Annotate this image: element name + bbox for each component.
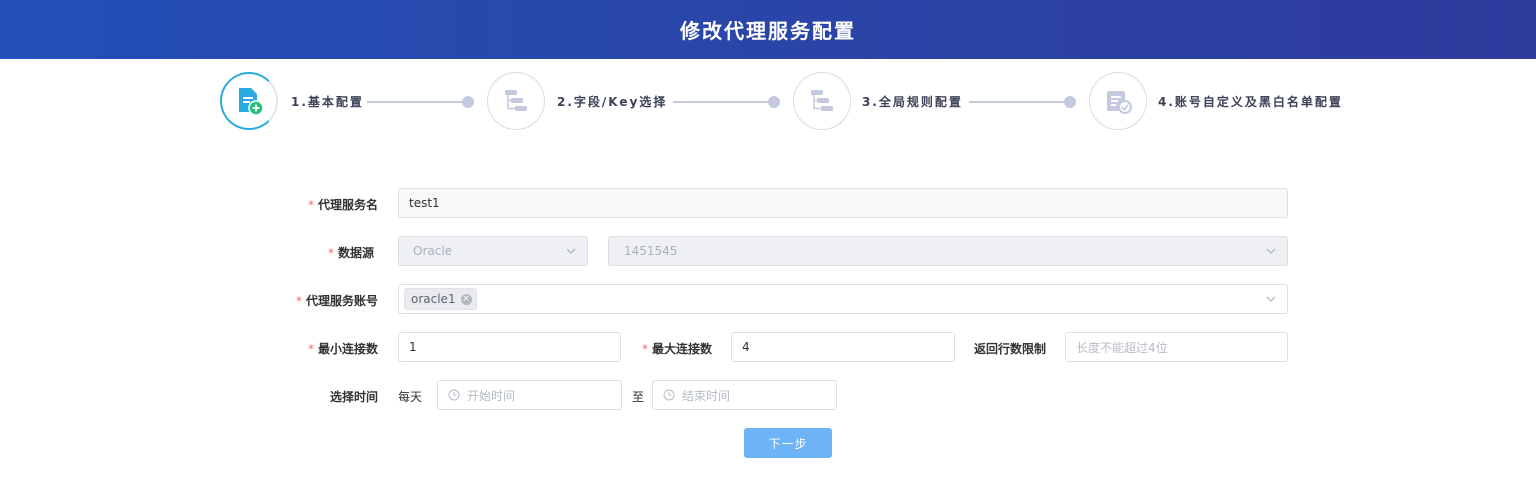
step-4-circle[interactable] [1089,72,1147,130]
datasource-instance-select[interactable]: 1451545 [608,236,1288,266]
document-add-icon [239,88,264,116]
step-connector [673,101,771,103]
clock-icon [663,389,675,401]
step-progress: 1.基本配置 2.字段/Key选择 3.全局规则配置 4.账号自定义及黑白名单配… [0,70,1536,132]
min-conn-label: * 最小连接数 [307,342,378,356]
step-dot [462,96,474,108]
tree-structure-icon [811,90,833,111]
step-2-label: 2.字段/Key选择 [557,95,668,109]
time-label: 选择时间 [329,390,378,404]
step-3-circle[interactable] [793,72,851,130]
min-conn-input[interactable]: 1 [398,332,621,362]
close-icon[interactable]: × [460,293,472,305]
required-mark: * [327,246,334,260]
step-4-label: 4.账号自定义及黑白名单配置 [1158,95,1343,109]
time-separator: 至 [632,390,645,404]
step-connector [969,101,1067,103]
max-conn-label: * 最大连接数 [641,342,712,356]
step-1-circle[interactable] [220,72,278,130]
required-mark: * [295,294,302,308]
chevron-down-icon [1266,296,1276,302]
account-tag: oracle1 × [404,288,477,310]
page-title: 修改代理服务配置 [680,19,856,43]
time-prefix: 每天 [398,390,423,404]
required-mark: * [307,342,314,356]
next-button[interactable]: 下一步 [744,428,832,458]
proxy-name-label: * 代理服务名 [307,198,378,212]
datasource-type-select[interactable]: Oracle [398,236,588,266]
proxy-account-select[interactable]: oracle1 × [398,284,1288,314]
step-dot [768,96,780,108]
end-time-picker[interactable]: 结束时间 [652,380,837,410]
step-dot [1064,96,1076,108]
list-check-icon [1107,91,1132,114]
chevron-down-icon [566,248,576,254]
proxy-name-input[interactable]: test1 [398,188,1288,218]
start-time-picker[interactable]: 开始时间 [437,380,622,410]
proxy-account-label: * 代理服务账号 [295,294,378,308]
page-header: 修改代理服务配置 [0,0,1536,59]
datasource-label: * 数据源 [327,246,374,260]
chevron-down-icon [1266,248,1276,254]
step-1-label: 1.基本配置 [291,95,364,109]
clock-icon [448,389,460,401]
max-conn-input[interactable]: 4 [731,332,955,362]
required-mark: * [641,342,648,356]
step-3-label: 3.全局规则配置 [862,95,963,109]
step-connector [367,101,465,103]
row-limit-label: 返回行数限制 [973,342,1046,356]
step-2-circle[interactable] [487,72,545,130]
required-mark: * [307,198,314,212]
row-limit-input[interactable]: 长度不能超过4位 [1065,332,1288,362]
tree-structure-icon [505,90,527,111]
